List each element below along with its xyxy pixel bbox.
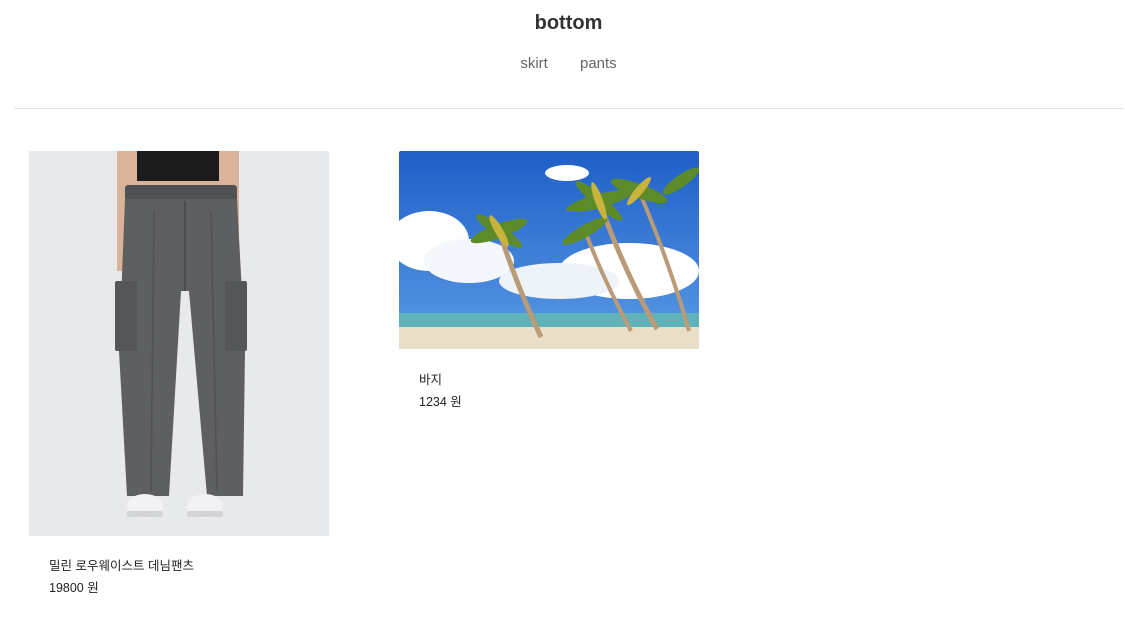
nav-link-skirt[interactable]: skirt	[520, 55, 548, 72]
page-title: bottom	[534, 12, 603, 34]
product-price: 1234 원	[419, 395, 462, 409]
nav-link-pants[interactable]: pants	[580, 55, 617, 72]
product-card[interactable]: 바지 1234 원	[399, 151, 699, 411]
product-card[interactable]: 밀린 로우웨이스트 데님팬츠 19800 원	[29, 151, 329, 601]
category-nav: skirt pants	[14, 55, 1123, 72]
product-price: 19800 원	[49, 581, 99, 595]
product-name[interactable]: 밀린 로우웨이스트 데님팬츠	[49, 555, 194, 574]
product-name[interactable]: 바지	[419, 369, 442, 388]
page-header: bottom skirt pants	[14, 0, 1123, 109]
product-image-pants[interactable]	[29, 151, 329, 536]
product-image-beach[interactable]	[399, 151, 699, 349]
